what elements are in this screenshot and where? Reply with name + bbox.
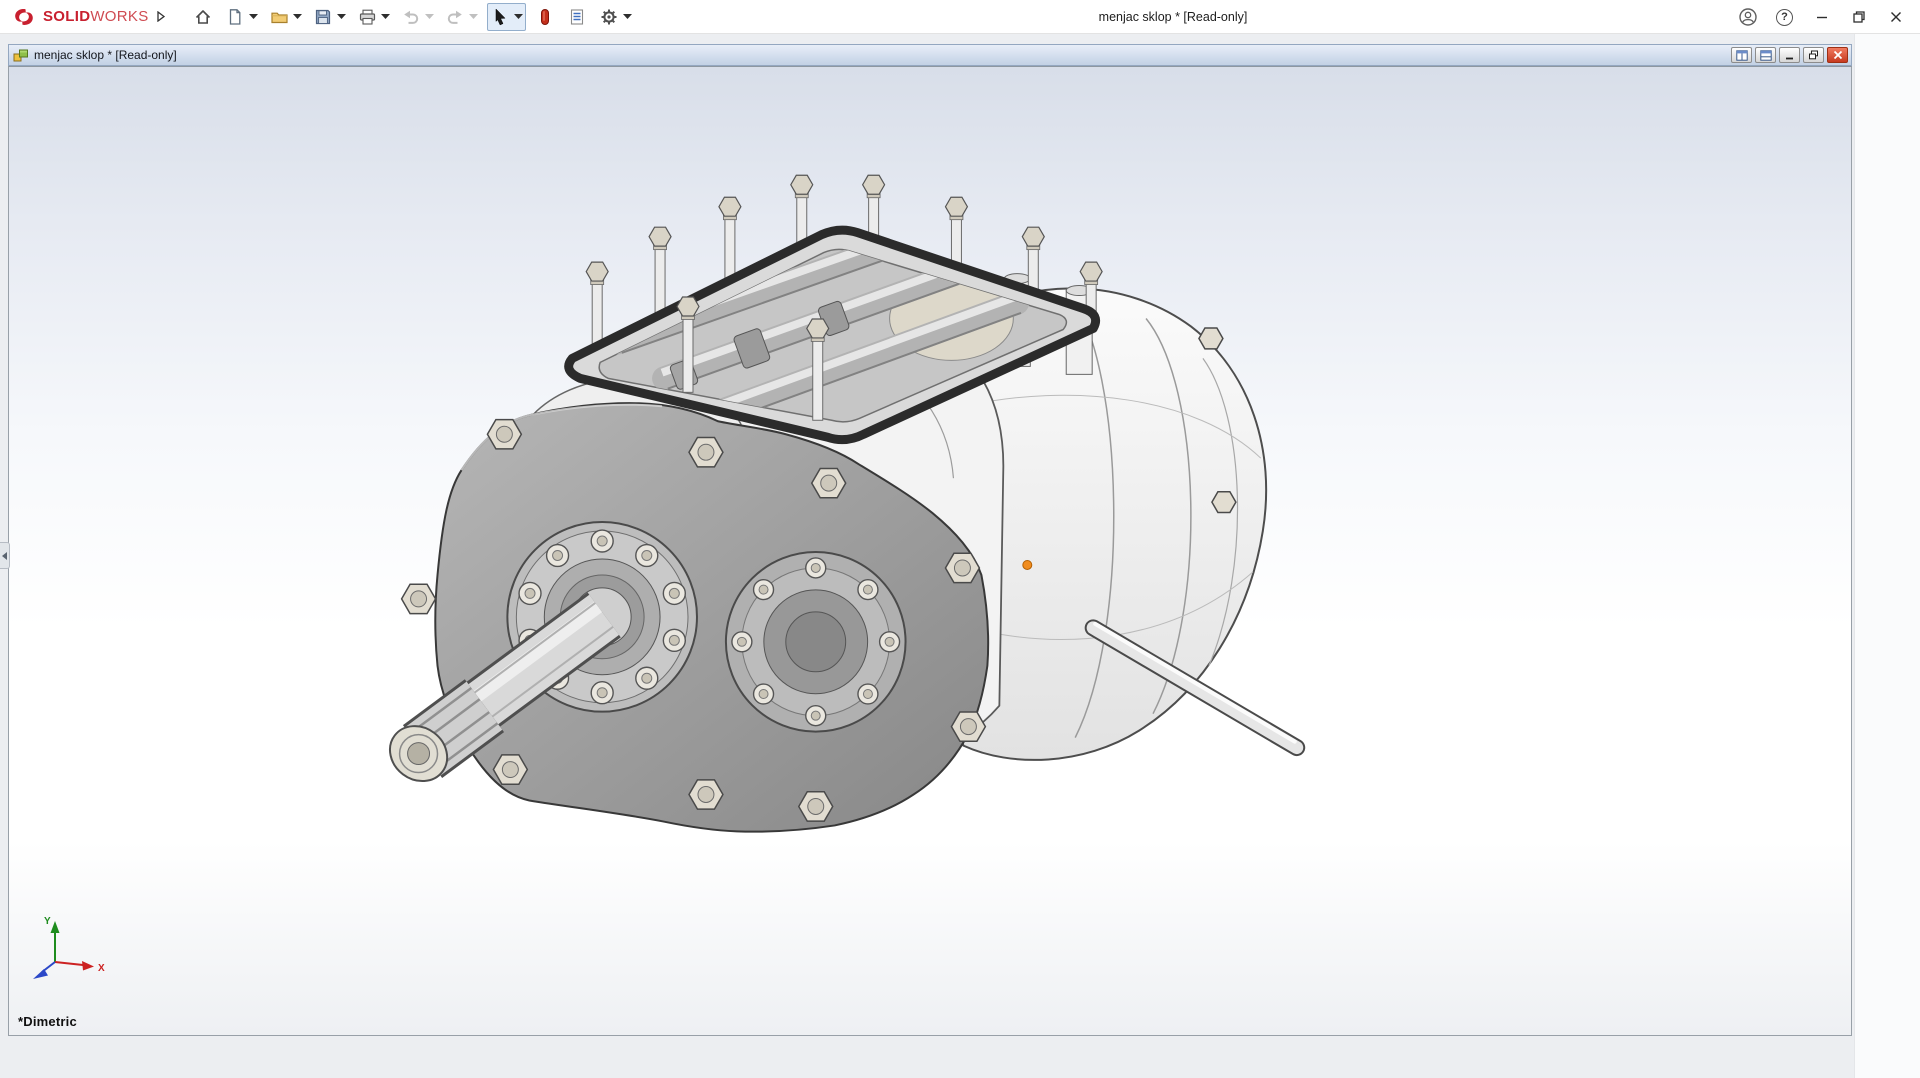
tile-vertical-button[interactable] <box>1731 47 1752 63</box>
quick-access-toolbar <box>191 2 641 31</box>
assembly-document-icon <box>13 49 28 61</box>
x-axis-label: X <box>98 963 105 974</box>
new-document-button[interactable] <box>223 4 248 30</box>
options-dropdown[interactable] <box>622 4 634 30</box>
z-axis-arrow <box>33 969 48 979</box>
chevron-down-icon <box>623 14 633 19</box>
new-document-icon <box>229 8 241 25</box>
open-dropdown[interactable] <box>292 4 304 30</box>
undo-dropdown[interactable] <box>424 4 436 30</box>
redo-icon <box>447 10 462 24</box>
new-document-dropdown[interactable] <box>248 4 260 30</box>
close-icon <box>1833 50 1842 59</box>
options-button[interactable] <box>597 4 622 30</box>
red-capsule-icon <box>541 8 550 25</box>
close-button[interactable] <box>1877 0 1914 34</box>
dassault-systemes-logo-icon <box>15 8 33 25</box>
graphics-viewport[interactable]: Y X *Dimetric <box>8 66 1852 1036</box>
redo-button[interactable] <box>443 4 468 30</box>
help-button[interactable]: ? <box>1766 0 1803 34</box>
tile-vertical-icon <box>1735 49 1748 61</box>
origin-marker <box>1022 559 1033 570</box>
orientation-triad: Y X <box>21 908 116 991</box>
y-axis-label: Y <box>44 916 51 927</box>
file-properties-button[interactable] <box>565 4 590 30</box>
help-icon: ? <box>1776 8 1793 26</box>
chevron-down-icon <box>469 14 479 19</box>
chevron-down-icon <box>381 14 391 19</box>
toolbar-expand-icon[interactable] <box>156 11 165 22</box>
save-button[interactable] <box>311 4 336 30</box>
select-tool-active[interactable] <box>486 2 526 31</box>
open-folder-icon <box>270 12 288 23</box>
document-window: menjac sklop * [Read-only] Y X *Dimetric <box>8 44 1852 1036</box>
app-titlebar: SOLIDWORKS menjac sklop * [Read-only] ? <box>0 0 1920 34</box>
chevron-left-icon <box>2 551 7 560</box>
app-window-title: menjac sklop * [Read-only] <box>1098 9 1248 24</box>
minimize-icon <box>1785 57 1793 59</box>
minimize-button[interactable] <box>1803 0 1840 34</box>
account-button[interactable] <box>1729 0 1766 34</box>
output-cover <box>724 551 907 733</box>
home-button[interactable] <box>191 4 216 30</box>
chevron-down-icon <box>425 14 435 19</box>
select-dropdown[interactable] <box>513 4 525 30</box>
save-icon <box>315 9 331 24</box>
restore-icon <box>1808 50 1818 59</box>
chevron-down-icon <box>249 14 259 19</box>
document-minimize-button[interactable] <box>1779 47 1800 63</box>
task-pane-collapsed <box>1854 34 1920 1078</box>
document-titlebar[interactable]: menjac sklop * [Read-only] <box>8 44 1852 66</box>
document-title: menjac sklop * [Read-only] <box>34 48 177 62</box>
document-restore-button[interactable] <box>1803 47 1824 63</box>
document-close-button[interactable] <box>1827 47 1848 63</box>
print-icon <box>359 9 375 25</box>
document-window-controls <box>1731 47 1848 63</box>
restore-icon <box>1852 11 1865 23</box>
tile-horizontal-icon <box>1759 49 1772 61</box>
red-capsule-tool-button[interactable] <box>533 4 558 30</box>
user-account-icon <box>1738 8 1757 26</box>
select-cursor-icon <box>488 4 513 30</box>
open-button[interactable] <box>267 4 292 30</box>
x-axis-arrow <box>82 961 94 971</box>
mdi-client-area: menjac sklop * [Read-only] Y X *Dimetric <box>0 34 1920 1078</box>
solidworks-brand: SOLIDWORKS <box>0 7 149 27</box>
minimize-icon <box>1816 16 1827 19</box>
gearbox-model <box>389 174 1306 833</box>
solidworks-wordmark: SOLIDWORKS <box>43 8 149 25</box>
print-dropdown[interactable] <box>380 4 392 30</box>
chevron-down-icon <box>337 14 347 19</box>
y-axis-arrow <box>50 921 60 933</box>
home-icon <box>195 9 211 24</box>
view-orientation-label: *Dimetric <box>18 1014 77 1029</box>
undo-button[interactable] <box>399 4 424 30</box>
chevron-down-icon <box>514 14 524 19</box>
close-icon <box>1890 12 1901 22</box>
gear-icon <box>601 9 617 24</box>
redo-dropdown[interactable] <box>468 4 480 30</box>
tile-horizontal-button[interactable] <box>1755 47 1776 63</box>
feature-panel-collapse-tab[interactable] <box>0 542 10 569</box>
print-button[interactable] <box>355 4 380 30</box>
save-dropdown[interactable] <box>336 4 348 30</box>
undo-icon <box>404 10 419 24</box>
chevron-down-icon <box>293 14 303 19</box>
window-controls: ? <box>1729 0 1914 34</box>
maximize-button[interactable] <box>1840 0 1877 34</box>
file-properties-icon <box>570 8 584 25</box>
